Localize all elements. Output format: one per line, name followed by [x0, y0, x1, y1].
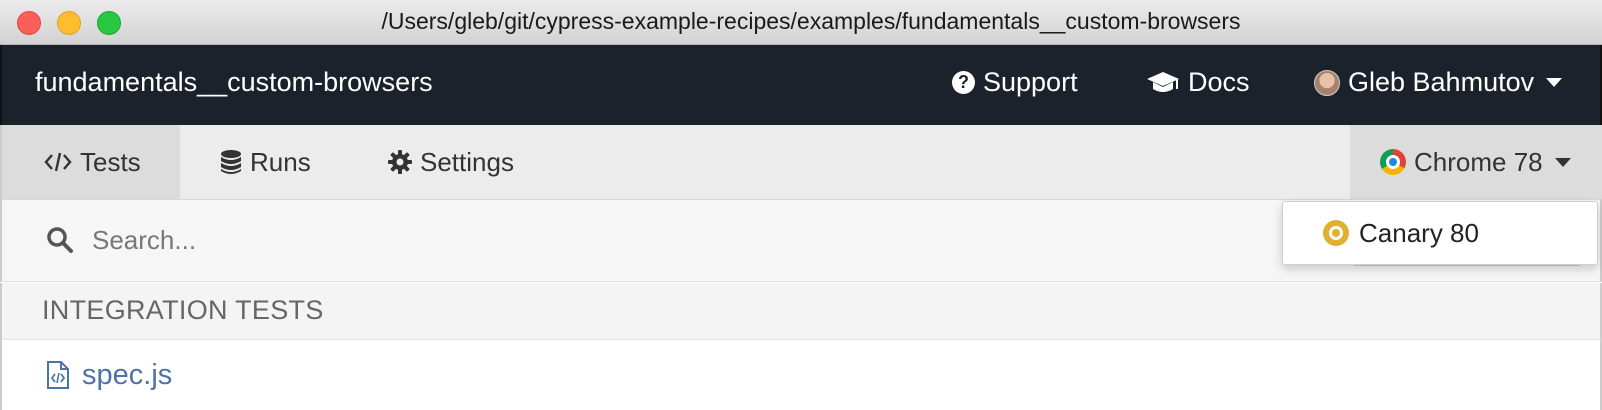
support-link[interactable]: ? Support	[952, 67, 1078, 98]
browser-option-canary[interactable]: Canary 80	[1282, 201, 1598, 265]
window-titlebar: /Users/gleb/git/cypress-example-recipes/…	[0, 0, 1602, 45]
spec-file-name: spec.js	[82, 358, 173, 391]
integration-tests-header: INTEGRATION TESTS	[0, 283, 1602, 340]
docs-label: Docs	[1188, 67, 1250, 97]
canary-icon	[1323, 220, 1349, 246]
tab-settings[interactable]: Settings	[350, 125, 550, 199]
graduation-cap-icon	[1147, 71, 1179, 92]
list-item[interactable]: spec.js	[0, 340, 1602, 410]
gear-icon	[388, 150, 412, 174]
docs-link[interactable]: Docs	[1146, 67, 1250, 98]
tab-runs[interactable]: Runs	[180, 125, 350, 199]
tab-runs-label: Runs	[250, 146, 311, 177]
tab-bar: Tests Runs Settings Chrome 78	[0, 125, 1602, 200]
database-icon	[221, 150, 241, 174]
avatar	[1314, 69, 1340, 96]
browser-option-label: Canary 80	[1359, 217, 1479, 248]
top-navbar: fundamentals__custom-browsers ? Support …	[0, 45, 1602, 125]
tab-settings-label: Settings	[420, 146, 514, 177]
search-icon	[47, 227, 73, 253]
chrome-icon	[1380, 149, 1406, 175]
search-input[interactable]	[92, 220, 692, 260]
chevron-down-icon	[1546, 78, 1563, 87]
code-icon	[44, 152, 72, 172]
user-menu[interactable]: Gleb Bahmutov	[1314, 67, 1563, 98]
question-circle-icon: ?	[952, 71, 975, 94]
project-name: fundamentals__custom-browsers	[35, 67, 433, 97]
tab-tests-label: Tests	[80, 146, 141, 177]
chevron-down-icon	[1554, 157, 1571, 167]
file-code-icon	[47, 361, 69, 389]
user-name: Gleb Bahmutov	[1348, 67, 1535, 97]
tab-tests[interactable]: Tests	[2, 125, 180, 199]
browser-dropdown[interactable]: Chrome 78	[1350, 125, 1602, 199]
window-title: /Users/gleb/git/cypress-example-recipes/…	[381, 8, 1241, 34]
support-label: Support	[983, 67, 1078, 97]
browser-selected-label: Chrome 78	[1414, 146, 1543, 177]
